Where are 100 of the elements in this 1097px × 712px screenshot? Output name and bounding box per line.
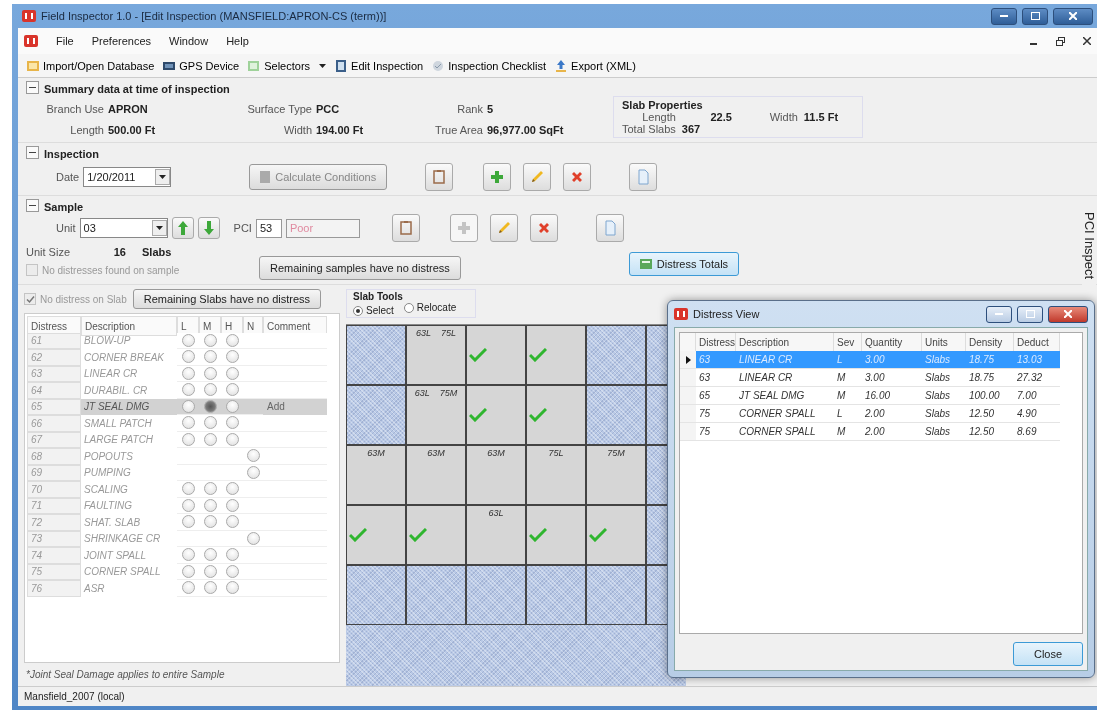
toolbar-button[interactable]: Inspection Checklist (431, 58, 547, 73)
slab[interactable] (586, 505, 646, 565)
delete-button[interactable] (563, 163, 592, 191)
slab[interactable] (346, 505, 406, 565)
restore-icon[interactable] (1056, 36, 1065, 46)
menu-item[interactable]: File (56, 35, 74, 47)
menu-item[interactable]: Help (226, 35, 249, 47)
unit-dropdown[interactable]: 03 (79, 218, 168, 238)
severity-radio[interactable] (225, 482, 239, 496)
slab[interactable]: 63L 75M (406, 385, 466, 445)
severity-radio[interactable] (181, 581, 195, 595)
delete-button[interactable] (529, 214, 558, 242)
severity-radio[interactable] (181, 482, 195, 496)
collapse-icon[interactable] (26, 146, 39, 159)
toolbar-button[interactable]: Selectors (247, 58, 327, 73)
severity-radio[interactable] (225, 498, 239, 512)
severity-radio[interactable] (225, 366, 239, 380)
pencil-button[interactable] (523, 163, 552, 191)
slab[interactable] (406, 505, 466, 565)
close-button[interactable] (1053, 7, 1093, 25)
severity-radio[interactable] (181, 416, 195, 430)
menu-item[interactable]: Preferences (91, 35, 152, 47)
remaining-samples-button[interactable]: Remaining samples have no distress (259, 256, 461, 280)
slab[interactable] (466, 385, 526, 445)
slab[interactable]: 63M (466, 445, 526, 505)
close-dialog-button[interactable]: Close (1013, 642, 1083, 666)
severity-radio[interactable] (181, 399, 195, 413)
severity-radio[interactable] (203, 399, 217, 413)
slab[interactable]: 75M (586, 445, 646, 505)
slab[interactable]: 75L (526, 445, 586, 505)
collapse-icon[interactable] (26, 199, 39, 212)
toolbar-button[interactable]: Import/Open Database (26, 58, 155, 73)
severity-radio[interactable] (225, 333, 239, 347)
document-button[interactable] (595, 214, 624, 242)
clipboard-button[interactable] (391, 214, 420, 242)
distress-totals-button[interactable]: Distress Totals (628, 252, 740, 276)
severity-radio[interactable] (181, 350, 195, 364)
table-cell: 3.00 (862, 351, 922, 369)
maximize-button[interactable] (1022, 7, 1048, 25)
severity-radio[interactable] (203, 383, 217, 397)
remaining-slabs-button[interactable]: Remaining Slabs have no distress (132, 289, 322, 309)
severity-radio[interactable] (203, 548, 217, 562)
severity-radio[interactable] (203, 482, 217, 496)
minimize-button[interactable] (991, 7, 1017, 25)
severity-radio[interactable] (225, 416, 239, 430)
slab[interactable]: 63L 75L (406, 325, 466, 385)
move-up-button[interactable] (171, 217, 194, 239)
slab[interactable] (526, 385, 586, 445)
move-down-button[interactable] (197, 217, 220, 239)
row-header[interactable] (680, 351, 696, 369)
severity-radio[interactable] (203, 498, 217, 512)
severity-radio[interactable] (181, 366, 195, 380)
severity-radio[interactable] (181, 564, 195, 578)
severity-radio[interactable] (203, 333, 217, 347)
maximize-icon (1030, 12, 1040, 20)
severity-radio[interactable] (181, 498, 195, 512)
severity-radio[interactable] (203, 366, 217, 380)
severity-radio[interactable] (225, 350, 239, 364)
severity-radio[interactable] (203, 416, 217, 430)
minimize-button[interactable] (986, 305, 1012, 323)
severity-radio[interactable] (225, 581, 239, 595)
toolbar-button[interactable]: Edit Inspection (334, 58, 424, 73)
severity-radio[interactable] (225, 515, 239, 529)
severity-radio[interactable] (181, 333, 195, 347)
radio-button[interactable] (403, 302, 414, 313)
severity-radio[interactable] (225, 399, 239, 413)
radio-button[interactable] (353, 305, 363, 316)
maximize-button[interactable] (1017, 305, 1043, 323)
slab[interactable]: 63M (406, 445, 466, 505)
severity-radio[interactable] (203, 581, 217, 595)
severity-radio[interactable] (225, 432, 239, 446)
slab[interactable]: 63L (466, 505, 526, 565)
severity-radio[interactable] (225, 383, 239, 397)
close-button[interactable] (1048, 305, 1088, 323)
severity-radio[interactable] (203, 432, 217, 446)
pci-field[interactable]: 53 (255, 218, 282, 238)
toolbar-button[interactable]: Export (XML) (554, 58, 636, 73)
slab[interactable] (526, 325, 586, 385)
severity-radio[interactable] (203, 350, 217, 364)
severity-radio[interactable] (181, 515, 195, 529)
severity-radio[interactable] (203, 515, 217, 529)
slab[interactable]: 63M (346, 445, 406, 505)
severity-radio[interactable] (181, 548, 195, 562)
date-picker[interactable]: 1/20/2011 (83, 167, 172, 187)
document-button[interactable] (629, 163, 658, 191)
toolbar-button[interactable]: GPS Device (162, 58, 240, 73)
severity-radio[interactable] (181, 432, 195, 446)
slab[interactable] (526, 505, 586, 565)
severity-radio[interactable] (181, 383, 195, 397)
menu-item[interactable]: Window (169, 35, 209, 47)
close-icon[interactable] (1083, 37, 1091, 45)
pencil-button[interactable] (489, 214, 518, 242)
field-value: 194.00 Ft (316, 123, 365, 136)
severity-radio[interactable] (225, 548, 239, 562)
slab[interactable] (466, 325, 526, 385)
clipboard-button[interactable] (425, 163, 454, 191)
severity-radio[interactable] (203, 564, 217, 578)
severity-radio[interactable] (225, 564, 239, 578)
plus-button[interactable] (483, 163, 512, 191)
collapse-icon[interactable] (26, 81, 39, 94)
